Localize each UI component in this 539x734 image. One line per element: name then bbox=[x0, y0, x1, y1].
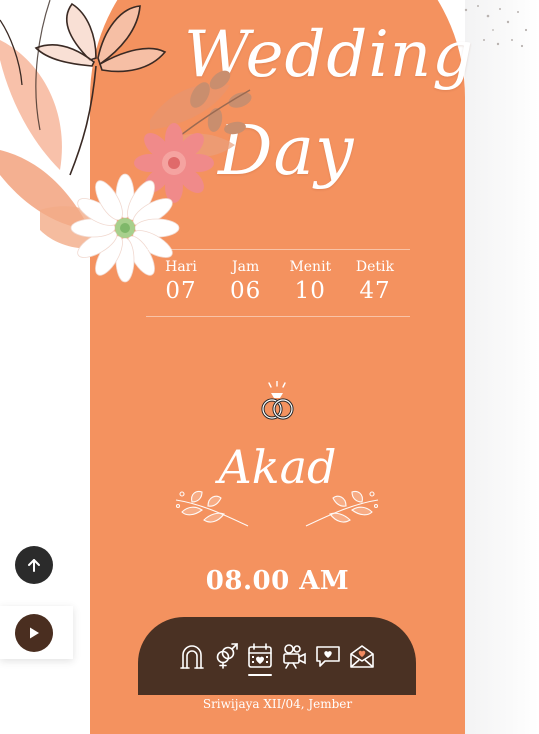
arrow-up-icon bbox=[28, 559, 40, 572]
nav-couple-button[interactable] bbox=[212, 643, 240, 679]
calendar-icon bbox=[248, 643, 272, 668]
arch-icon bbox=[180, 645, 204, 669]
background-shade bbox=[465, 0, 539, 734]
wedding-rings-icon bbox=[261, 381, 294, 420]
countdown-timer: Hari 07 Jam 06 Menit 10 Detik 47 bbox=[146, 249, 410, 317]
music-play-button[interactable] bbox=[15, 614, 53, 652]
countdown-hours: Jam 06 bbox=[215, 258, 277, 316]
countdown-label: Detik bbox=[355, 259, 395, 275]
countdown-value: 10 bbox=[294, 278, 326, 304]
video-camera-icon bbox=[283, 644, 306, 669]
event-time: 08.00 AM bbox=[205, 566, 350, 596]
countdown-minutes: Menit 10 bbox=[279, 258, 341, 316]
countdown-value: 07 bbox=[165, 278, 197, 304]
nav-video-button[interactable] bbox=[280, 643, 308, 679]
nav-messages-button[interactable] bbox=[314, 643, 342, 679]
nav-rsvp-button[interactable] bbox=[348, 643, 376, 679]
countdown-seconds: Detik 47 bbox=[344, 258, 406, 316]
chat-heart-icon bbox=[316, 646, 340, 667]
couple-gender-icon bbox=[216, 643, 238, 669]
event-address: Sriwijaya XII/04, Jember bbox=[202, 697, 353, 711]
countdown-value: 06 bbox=[230, 278, 262, 304]
countdown-label: Hari bbox=[165, 259, 197, 275]
play-icon bbox=[30, 627, 39, 639]
scroll-top-button[interactable] bbox=[15, 546, 53, 584]
countdown-label: Jam bbox=[232, 259, 260, 275]
floral-decoration bbox=[0, 0, 252, 283]
nav-arch-button[interactable] bbox=[178, 643, 206, 679]
envelope-heart-icon bbox=[350, 645, 374, 668]
countdown-days: Hari 07 bbox=[150, 258, 212, 316]
bottom-navigation bbox=[138, 617, 416, 695]
invitation-page: Wedding Day Hari 07 Jam 06 Menit 10 Deti… bbox=[0, 0, 539, 734]
countdown-label: Menit bbox=[289, 259, 332, 275]
countdown-value: 47 bbox=[359, 278, 391, 304]
floral-ornament bbox=[175, 490, 379, 527]
nav-calendar-button[interactable] bbox=[246, 643, 274, 679]
